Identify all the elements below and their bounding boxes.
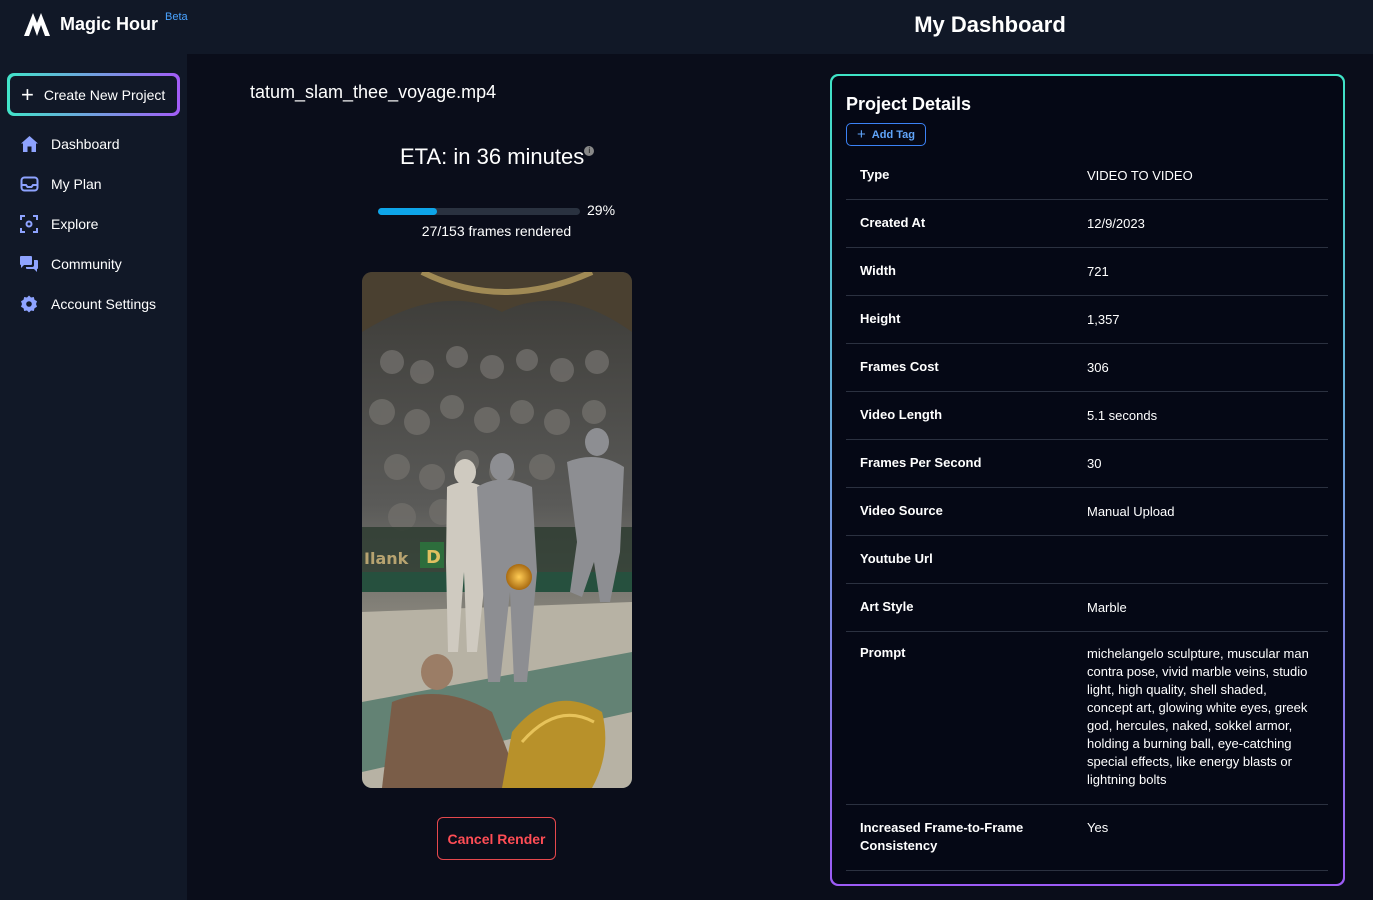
sidebar-item-label: Account Settings [51, 296, 157, 312]
gear-icon [19, 294, 39, 314]
detail-row-art-style: Art Style Marble [846, 584, 1328, 632]
info-icon[interactable]: i [584, 146, 595, 156]
sidebar-item-account-settings[interactable]: Account Settings [0, 284, 187, 324]
create-new-project-label: Create New Project [43, 86, 166, 103]
detail-row-video-length: Video Length 5.1 seconds [846, 392, 1328, 440]
detail-row-youtube-url: Youtube Url [846, 536, 1328, 584]
sidebar-item-community[interactable]: Community [0, 244, 187, 284]
detail-row-frames-per-second: Frames Per Second 30 [846, 440, 1328, 488]
add-tag-label: Add Tag [871, 128, 915, 141]
inbox-icon [19, 174, 39, 194]
video-preview-image[interactable]: Ilank D [362, 272, 632, 788]
home-icon [19, 134, 39, 154]
detail-key: Art Style [860, 599, 914, 614]
plus-icon: + [21, 81, 34, 107]
cancel-render-button[interactable]: Cancel Render [437, 817, 556, 860]
detail-key: Increased Frame-to-Frame Consistency [860, 820, 1024, 853]
detail-key: Video Length [860, 407, 943, 422]
detail-row-height: Height 1,357 [846, 296, 1328, 344]
progress-percent: 29% [587, 202, 616, 218]
detail-value: 306 [1087, 360, 1109, 375]
detail-key: Youtube Url [860, 551, 933, 566]
detail-key: Created At [860, 215, 926, 230]
detail-key: Video Source [860, 503, 943, 518]
create-new-project-button[interactable]: + Create New Project [7, 73, 180, 116]
detail-value: VIDEO TO VIDEO [1087, 168, 1193, 183]
plus-icon: + [857, 126, 866, 143]
sidebar-item-label: Community [51, 256, 122, 272]
sidebar-item-label: Explore [51, 216, 99, 232]
detail-value [1087, 551, 1313, 583]
project-filename: tatum_slam_thee_voyage.mp4 [250, 82, 497, 102]
detail-value: 30 [1087, 456, 1102, 471]
detail-key: Width [860, 263, 896, 278]
detail-value: 1,357 [1087, 312, 1120, 327]
svg-text:Ilank: Ilank [364, 549, 409, 568]
page-title: My Dashboard [914, 12, 1066, 37]
detail-row-video-source: Video Source Manual Upload [846, 488, 1328, 536]
preview-image-illustration: Ilank D [362, 272, 632, 788]
sidebar-item-my-plan[interactable]: My Plan [0, 164, 187, 204]
detail-key: Height [860, 311, 901, 326]
add-tag-button[interactable]: + Add Tag [846, 123, 926, 146]
detail-value: 5.1 seconds [1087, 408, 1158, 423]
project-details-table: Type VIDEO TO VIDEO Created At 12/9/2023… [846, 152, 1328, 871]
detail-key: Frames Per Second [860, 455, 982, 470]
sidebar-item-label: My Plan [51, 176, 102, 192]
project-details-title: Project Details [846, 94, 972, 114]
detail-row-type: Type VIDEO TO VIDEO [846, 152, 1328, 200]
chat-icon [19, 254, 39, 274]
project-details-panel: Project Details + Add Tag Type VIDEO TO … [830, 74, 1345, 886]
detail-row-frames-cost: Frames Cost 306 [846, 344, 1328, 392]
sidebar: + Create New Project Dashboard My Plan E… [0, 54, 187, 900]
scan-icon [19, 214, 39, 234]
detail-row-prompt: Prompt michelangelo sculpture, muscular … [846, 632, 1328, 805]
sidebar-item-label: Dashboard [51, 136, 120, 152]
svg-text:D: D [426, 547, 441, 568]
sidebar-item-explore[interactable]: Explore [0, 204, 187, 244]
detail-row-frame-consistency: Increased Frame-to-Frame Consistency Yes [846, 805, 1328, 871]
top-bar: Magic Hour Beta My Dashboard [0, 0, 1373, 54]
sidebar-nav: Dashboard My Plan Explore Community Acco… [0, 124, 187, 324]
detail-value: 721 [1087, 264, 1109, 279]
eta-label: ETA: in 36 minutes [400, 144, 585, 169]
sidebar-item-dashboard[interactable]: Dashboard [0, 124, 187, 164]
detail-row-created-at: Created At 12/9/2023 [846, 200, 1328, 248]
frames-rendered-text: 27/153 frames rendered [421, 223, 572, 239]
render-progress-fill [378, 208, 437, 215]
render-progress-bar [378, 208, 580, 215]
detail-value: Manual Upload [1087, 504, 1175, 519]
detail-value: michelangelo sculpture, muscular man con… [1087, 646, 1309, 787]
detail-key: Prompt [860, 645, 906, 660]
eta-text: ETA: in 36 minutes i [400, 144, 595, 170]
detail-value: Marble [1087, 600, 1127, 615]
detail-key: Frames Cost [860, 359, 939, 374]
detail-value: 12/9/2023 [1087, 216, 1145, 231]
detail-row-width: Width 721 [846, 248, 1328, 296]
detail-value: Yes [1087, 820, 1109, 835]
detail-key: Type [860, 167, 890, 182]
